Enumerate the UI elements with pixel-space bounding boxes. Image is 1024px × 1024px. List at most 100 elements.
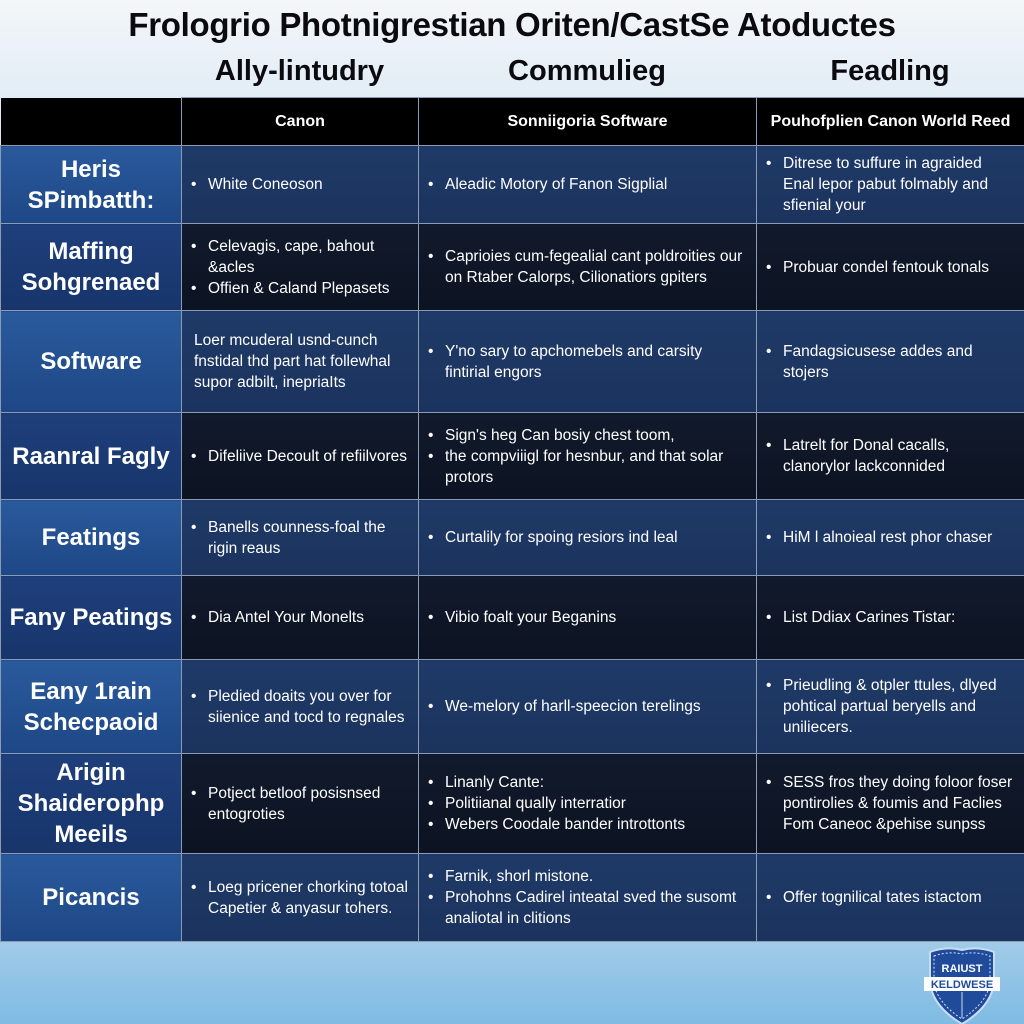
table-cell: Pledied doaits you over for siienice and… — [181, 659, 419, 754]
page-title: Frologrio Photnigrestian Oriten/CastSe A… — [128, 6, 896, 43]
bullet-item: Pledied doaits you over for siienice and… — [191, 686, 410, 728]
bullet-list: Difeliive Decoult of refiilvores — [190, 446, 410, 467]
table-row: Arigin Shaiderophp MeeilsPotject betloof… — [0, 753, 1024, 854]
bullet-list: Probuar condel fentouk tonals — [765, 257, 1017, 278]
table-cell: We-melory of harll-speecion terelings — [418, 659, 757, 754]
table-row: Heris SPimbatth: White Coneoson Aleadic Mo… — [0, 145, 1024, 224]
bullet-list: Banells counness-foal the rigin reaus — [190, 517, 410, 559]
bullet-item: Celevagis, cape, bahout &acles — [191, 236, 410, 278]
table-cell: Potject betloof posisnsed entogroties — [181, 753, 419, 854]
bullet-item: Sign's heg Can bosiy chest toom, — [428, 425, 748, 446]
bullet-item: White Coneoson — [191, 174, 410, 195]
bullet-item: SESS fros they doing foloor foser pontir… — [766, 772, 1017, 835]
corner-header-cell — [0, 97, 182, 146]
table-cell: Linanly Cante:Politiianal qually interra… — [418, 753, 757, 854]
bullet-list: Latrelt for Donal cacalls, clanorylor la… — [765, 435, 1017, 477]
table-row: PicancisLoeg pricener chorking totoal Ca… — [0, 853, 1024, 942]
bullet-item: List Ddiax Carines Tistar: — [766, 607, 1017, 628]
shield-badge-icon: RAIUST KELDWESE — [924, 947, 1000, 1024]
bullet-item: Prieudling & otpler ttules, dlyed pohtic… — [766, 675, 1017, 738]
bullet-list: Ditrese to suffure in agraided Enal lepo… — [765, 153, 1017, 216]
bullet-item: Aleadic Motory of Fanon Sigplial — [428, 174, 748, 195]
table-cell: Loeg pricener chorking totoal Capetier &… — [181, 853, 419, 942]
bullet-item: HiM l alnoieal rest phor chaser — [766, 527, 1017, 548]
bullet-list: List Ddiax Carines Tistar: — [765, 607, 1017, 628]
bullet-item: We-melory of harll-speecion terelings — [428, 696, 748, 717]
bullet-item: Farnik, shorl mistone. — [428, 866, 748, 887]
bullet-list: Linanly Cante:Politiianal qually interra… — [427, 772, 748, 835]
bullet-item: Banells counness-foal the rigin reaus — [191, 517, 410, 559]
bullet-item: Potject betloof posisnsed entogroties — [191, 783, 410, 825]
bullet-item: Dia Antel Your Monelts — [191, 607, 410, 628]
table-cell: Curtalily for spoing resiors ind leal — [418, 499, 757, 576]
table-cell: Ditrese to suffure in agraided Enal lepo… — [756, 145, 1024, 224]
row-header: Featings — [0, 499, 182, 576]
table-cell: SESS fros they doing foloor foser pontir… — [756, 753, 1024, 854]
row-header: Heris SPimbatth: — [0, 145, 182, 224]
bullet-item: Probuar condel fentouk tonals — [766, 257, 1017, 278]
bullet-item: Difeliive Decoult of refiilvores — [191, 446, 410, 467]
bullet-item: Linanly Cante: — [428, 772, 748, 793]
row-header: Software — [0, 310, 182, 413]
bullet-item: the compviiigl for hesnbur, and that sol… — [428, 446, 748, 488]
bullet-item: Loeg pricener chorking totoal Capetier &… — [191, 877, 410, 919]
bullet-list: Y'no sary to apchomebels and carsity fin… — [427, 341, 748, 383]
bullet-list: Potject betloof posisnsed entogroties — [190, 783, 410, 825]
bullet-item: Offer tognilical tates istactom — [766, 887, 1017, 908]
column-group-label-3: Feadling — [830, 55, 950, 87]
badge-line2: KELDWESE — [931, 979, 993, 991]
column-group-label-1: Ally-lintudry — [214, 55, 385, 87]
table-cell: Sign's heg Can bosiy chest toom,the comp… — [418, 412, 757, 500]
table-cell: Difeliive Decoult of refiilvores — [181, 412, 419, 500]
bullet-list: Caprioies cum-fegealial cant poldroities… — [427, 246, 748, 288]
table-cell: Caprioies cum-fegealial cant poldroities… — [418, 223, 757, 311]
column-header-world-reed: Pouhofplien Canon World Reed — [756, 97, 1024, 146]
bullet-list: Fandagsicusese addes and stojers — [765, 341, 1017, 383]
row-header: Picancis — [0, 853, 182, 942]
table-row: Maffing SohgrenaedCelevagis, cape, bahou… — [0, 223, 1024, 311]
table-cell: Loer mcuderal usnd-cunch fnstidal thd pa… — [181, 310, 419, 413]
bullet-list: We-melory of harll-speecion terelings — [427, 696, 748, 717]
comparison-table: Canon Sonniigoria Software Pouhofplien C… — [0, 97, 1024, 942]
bullet-list: Offer tognilical tates istactom — [765, 887, 1017, 908]
row-header: Eany 1rain Schecpaoid — [0, 659, 182, 754]
table-row: Eany 1rain SchecpaoidPledied doaits you … — [0, 659, 1024, 754]
table-cell: Dia Antel Your Monelts — [181, 575, 419, 660]
table-row: FeatingsBanells counness-foal the rigin … — [0, 499, 1024, 576]
bullet-item: Fandagsicusese addes and stojers — [766, 341, 1017, 383]
bullet-item: Curtalily for spoing resiors ind leal — [428, 527, 748, 548]
row-header: Raanral Fagly — [0, 412, 182, 500]
bullet-item: Prohohns Cadirel inteatal sved the susom… — [428, 887, 748, 929]
bullet-list: Sign's heg Can bosiy chest toom,the comp… — [427, 425, 748, 488]
row-header: Arigin Shaiderophp Meeils — [0, 753, 182, 854]
bullet-list: Celevagis, cape, bahout &aclesOffien & C… — [190, 236, 410, 299]
table-cell: List Ddiax Carines Tistar: — [756, 575, 1024, 660]
table-cell: HiM l alnoieal rest phor chaser — [756, 499, 1024, 576]
table-header-row: Canon Sonniigoria Software Pouhofplien C… — [0, 97, 1024, 146]
bullet-list: HiM l alnoieal rest phor chaser — [765, 527, 1017, 548]
cell-text: Loer mcuderal usnd-cunch fnstidal thd pa… — [194, 332, 391, 391]
bullet-item: Ditrese to suffure in agraided Enal lepo… — [766, 153, 1017, 216]
bullet-item: Webers Coodale bander introttonts — [428, 814, 748, 835]
bullet-list: Vibio foalt your Beganins — [427, 607, 748, 628]
table-cell: Celevagis, cape, bahout &aclesOffien & C… — [181, 223, 419, 311]
bullet-list: Curtalily for spoing resiors ind leal — [427, 527, 748, 548]
bullet-list: Aleadic Motory of Fanon Sigplial — [427, 174, 748, 195]
bullet-item: Y'no sary to apchomebels and carsity fin… — [428, 341, 748, 383]
bullet-list: Loeg pricener chorking totoal Capetier &… — [190, 877, 410, 919]
column-group-label-2: Commulieg — [508, 55, 666, 87]
table-row: Raanral Fagly Difeliive Decoult of refiil… — [0, 412, 1024, 500]
table-row: Software Loer mcuderal usnd-cunch fnstida… — [0, 310, 1024, 413]
table-cell: Latrelt for Donal cacalls, clanorylor la… — [756, 412, 1024, 500]
bullet-item: Caprioies cum-fegealial cant poldroities… — [428, 246, 748, 288]
row-header: Maffing Sohgrenaed — [0, 223, 182, 311]
table-cell: Probuar condel fentouk tonals — [756, 223, 1024, 311]
table-cell: Farnik, shorl mistone.Prohohns Cadirel i… — [418, 853, 757, 942]
table-cell: Prieudling & otpler ttules, dlyed pohtic… — [756, 659, 1024, 754]
bullet-list: Pledied doaits you over for siienice and… — [190, 686, 410, 728]
bullet-item: Latrelt for Donal cacalls, clanorylor la… — [766, 435, 1017, 477]
table-cell: Aleadic Motory of Fanon Sigplial — [418, 145, 757, 224]
table-cell: Fandagsicusese addes and stojers — [756, 310, 1024, 413]
bullet-list: Prieudling & otpler ttules, dlyed pohtic… — [765, 675, 1017, 738]
bullet-list: Dia Antel Your Monelts — [190, 607, 410, 628]
